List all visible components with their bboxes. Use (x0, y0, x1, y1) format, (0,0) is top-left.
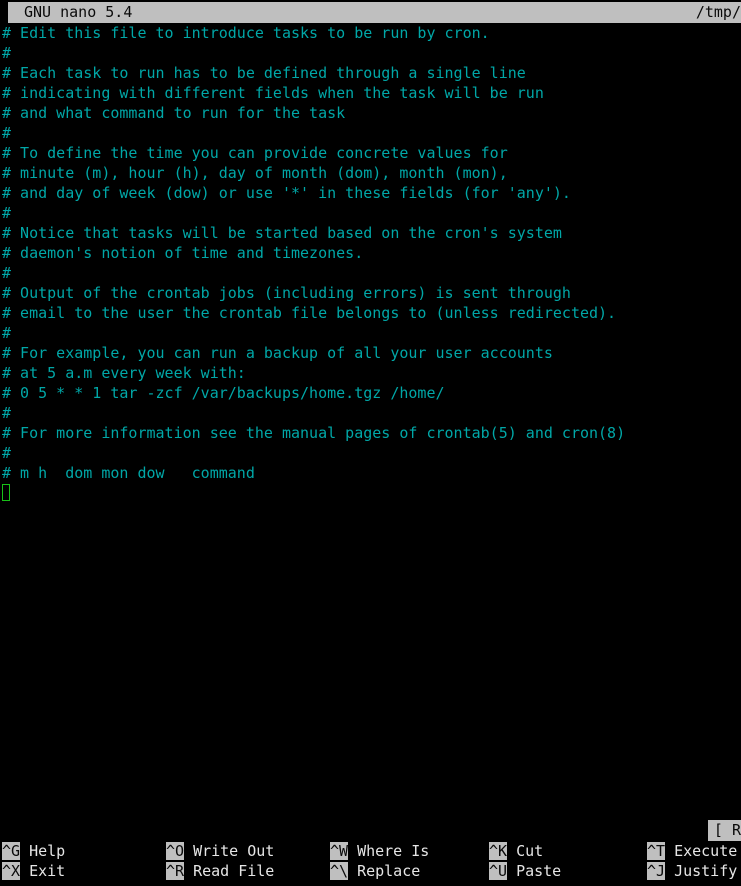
editor-cursor-line[interactable] (0, 483, 741, 503)
shortcut-row-1: ^G Help ^O Write Out ^W Where Is ^K Cut ^T Execut… (0, 841, 741, 861)
editor-line: # (2, 444, 12, 462)
status-message-bar: [ R (0, 820, 741, 841)
shortcut-justify[interactable]: ^J Justify (647, 861, 737, 881)
shortcut-write-out[interactable]: ^O Write Out (166, 841, 274, 861)
shortcut-cut[interactable]: ^K Cut (489, 841, 543, 861)
editor-line: # minute (m), hour (h), day of month (do… (2, 164, 508, 182)
shortcut-description: Cut (516, 842, 544, 860)
shortcut-description: Help (29, 842, 66, 860)
editor-line: # (2, 264, 12, 282)
shortcut-key-label: ^K (489, 842, 508, 860)
editor-line: # (2, 404, 12, 422)
editor-line: # m h dom mon dow command (2, 464, 255, 482)
shortcut-description: Exit (29, 862, 66, 880)
shortcut-description: Justify (674, 862, 738, 880)
shortcut-description: Read File (193, 862, 275, 880)
app-version-label: GNU nano 5.4 (24, 3, 133, 21)
editor-line: # and what command to run for the task (2, 104, 346, 122)
shortcut-key-bar: ^G Help ^O Write Out ^W Where Is ^K Cut ^T Execut… (0, 841, 741, 886)
editor-line: # Output of the crontab jobs (including … (2, 284, 571, 302)
titlebar: GNU nano 5.4 /tmp/ (0, 2, 741, 23)
shortcut-key-label: ^W (330, 842, 349, 860)
shortcut-where-is[interactable]: ^W Where Is (330, 841, 429, 861)
editor-line: # at 5 a.m every week with: (2, 364, 246, 382)
shortcut-paste[interactable]: ^U Paste (489, 861, 561, 881)
shortcut-row-2: ^X Exit ^R Read File ^\ Replace ^U Paste ^J Justi… (0, 861, 741, 881)
editor-line: # (2, 204, 12, 222)
editor-line: # Each task to run has to be defined thr… (2, 64, 526, 82)
editor-line: # (2, 44, 12, 62)
editor-line: # and day of week (dow) or use '*' in th… (2, 184, 571, 202)
nano-terminal-window: GNU nano 5.4 /tmp/ # Edit this file to i… (0, 0, 741, 886)
shortcut-key-label: ^\ (330, 862, 349, 880)
status-message: [ R (707, 820, 741, 841)
shortcut-key-label: ^J (647, 862, 666, 880)
editor-line: # For example, you can run a backup of a… (2, 344, 553, 362)
shortcut-description: Where Is (357, 842, 430, 860)
editor-text-area[interactable]: # Edit this file to introduce tasks to b… (0, 23, 741, 820)
shortcut-exit[interactable]: ^X Exit (2, 861, 65, 881)
shortcut-description: Write Out (193, 842, 275, 860)
shortcut-key-label: ^R (166, 862, 185, 880)
shortcut-read-file[interactable]: ^R Read File (166, 861, 274, 881)
shortcut-key-label: ^O (166, 842, 185, 860)
editor-line: # (2, 124, 12, 142)
shortcut-key-label: ^U (489, 862, 508, 880)
text-cursor (2, 484, 10, 501)
filename-label: /tmp/ (695, 3, 741, 21)
titlebar-inner: GNU nano 5.4 /tmp/ (8, 2, 741, 23)
editor-line: # Edit this file to introduce tasks to b… (2, 24, 490, 42)
shortcut-help[interactable]: ^G Help (2, 841, 65, 861)
shortcut-execute[interactable]: ^T Execute (647, 841, 737, 861)
editor-line: # (2, 324, 12, 342)
shortcut-description: Execute (674, 842, 738, 860)
shortcut-key-label: ^X (2, 862, 21, 880)
editor-line: # indicating with different fields when … (2, 84, 544, 102)
shortcut-description: Replace (357, 862, 421, 880)
shortcut-key-label: ^T (647, 842, 666, 860)
editor-line: # daemon's notion of time and timezones. (2, 244, 364, 262)
shortcut-replace[interactable]: ^\ Replace (330, 861, 420, 881)
editor-line: # 0 5 * * 1 tar -zcf /var/backups/home.t… (2, 384, 445, 402)
shortcut-key-label: ^G (2, 842, 21, 860)
editor-line: # email to the user the crontab file bel… (2, 304, 617, 322)
editor-line: # To define the time you can provide con… (2, 144, 508, 162)
editor-line: # For more information see the manual pa… (2, 424, 626, 442)
shortcut-description: Paste (516, 862, 562, 880)
editor-line: # Notice that tasks will be started base… (2, 224, 562, 242)
